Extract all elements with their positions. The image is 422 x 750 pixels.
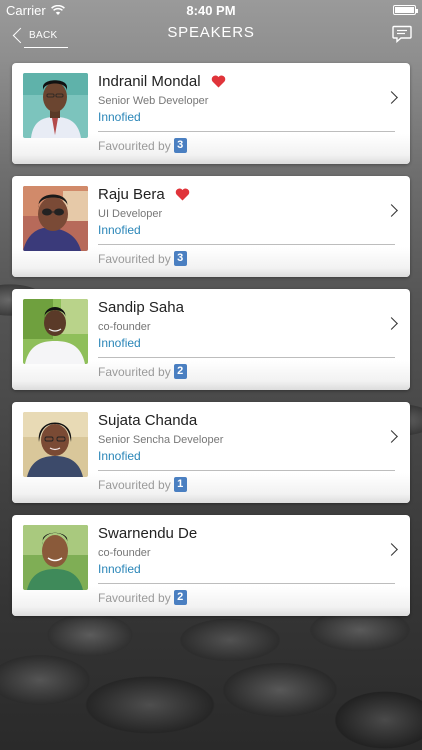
- favourited-label: Favourited by: [98, 364, 171, 379]
- divider: [98, 357, 395, 358]
- favourited-count-badge: 1: [173, 477, 187, 492]
- speaker-company: Innofied: [98, 449, 141, 463]
- speaker-card[interactable]: Raju Bera UI Developer Innofied Favourit…: [12, 176, 410, 277]
- battery-icon: [393, 5, 418, 15]
- speaker-name: Indranil Mondal: [98, 73, 201, 90]
- speaker-name: Sandip Saha: [98, 299, 184, 316]
- divider: [98, 244, 395, 245]
- status-bar: Carrier 8:40 PM: [0, 0, 422, 20]
- card-footer: [12, 134, 410, 164]
- card-footer: [12, 247, 410, 277]
- speaker-card[interactable]: Swarnendu De co-founder Innofied Favouri…: [12, 515, 410, 616]
- speaker-company: Innofied: [98, 110, 141, 124]
- avatar: [23, 73, 88, 138]
- heart-icon[interactable]: [211, 75, 226, 88]
- speaker-role: Senior Sencha Developer: [98, 434, 224, 446]
- favourited-row: Favourited by 3: [98, 138, 187, 153]
- speaker-name: Raju Bera: [98, 186, 165, 203]
- favourited-label: Favourited by: [98, 251, 171, 266]
- page-title: SPEAKERS: [167, 24, 255, 41]
- avatar: [23, 525, 88, 590]
- favourited-label: Favourited by: [98, 477, 171, 492]
- status-time: 8:40 PM: [186, 2, 236, 18]
- favourited-count-badge: 2: [173, 590, 187, 605]
- favourited-row: Favourited by 3: [98, 251, 187, 266]
- favourited-label: Favourited by: [98, 590, 171, 605]
- heart-icon[interactable]: [175, 188, 190, 201]
- chevron-right-icon: [385, 430, 398, 443]
- chat-icon[interactable]: [392, 25, 412, 43]
- card-footer: [12, 360, 410, 390]
- speaker-card[interactable]: Sandip Saha co-founder Innofied Favourit…: [12, 289, 410, 390]
- divider: [98, 470, 395, 471]
- favourited-count-badge: 3: [173, 251, 187, 266]
- card-footer: [12, 473, 410, 503]
- avatar: [23, 412, 88, 477]
- favourited-row: Favourited by 2: [98, 364, 187, 379]
- speaker-role: co-founder: [98, 547, 151, 559]
- chevron-right-icon: [385, 317, 398, 330]
- chevron-right-icon: [385, 91, 398, 104]
- favourited-label: Favourited by: [98, 138, 171, 153]
- speaker-role: Senior Web Developer: [98, 95, 209, 107]
- speaker-company: Innofied: [98, 336, 141, 350]
- speaker-list: Indranil Mondal Senior Web Developer Inn…: [12, 63, 410, 628]
- favourited-row: Favourited by 2: [98, 590, 187, 605]
- speaker-role: co-founder: [98, 321, 151, 333]
- avatar: [23, 299, 88, 364]
- speaker-name: Swarnendu De: [98, 525, 198, 542]
- avatar: [23, 186, 88, 251]
- speaker-card[interactable]: Sujata Chanda Senior Sencha Developer In…: [12, 402, 410, 503]
- card-footer: [12, 586, 410, 616]
- speaker-card[interactable]: Indranil Mondal Senior Web Developer Inn…: [12, 63, 410, 164]
- back-underline: [24, 47, 68, 48]
- favourited-row: Favourited by 1: [98, 477, 187, 492]
- speaker-role: UI Developer: [98, 208, 163, 220]
- chevron-right-icon: [385, 204, 398, 217]
- chevron-right-icon: [385, 543, 398, 556]
- navigation-bar: BACK SPEAKERS: [0, 20, 422, 48]
- favourited-count-badge: 2: [173, 364, 187, 379]
- speaker-name: Sujata Chanda: [98, 412, 198, 429]
- speaker-company: Innofied: [98, 223, 141, 237]
- divider: [98, 583, 395, 584]
- speaker-company: Innofied: [98, 562, 141, 576]
- favourited-count-badge: 3: [173, 138, 187, 153]
- divider: [98, 131, 395, 132]
